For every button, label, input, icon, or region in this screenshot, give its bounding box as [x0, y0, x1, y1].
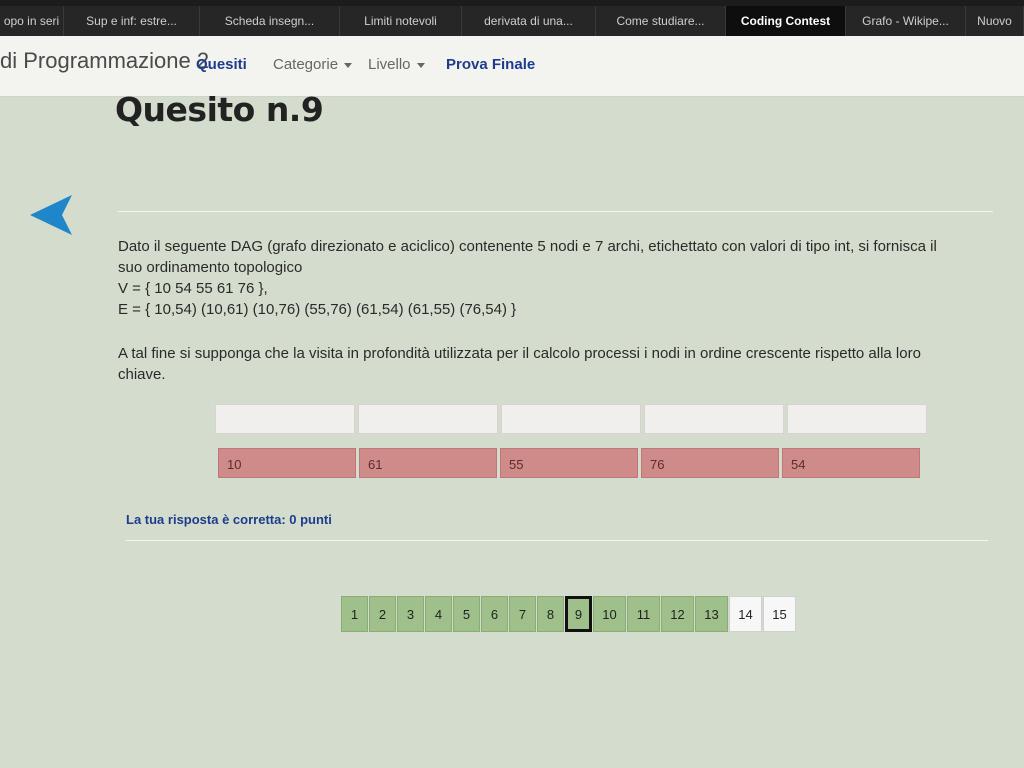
- drop-slot[interactable]: [787, 404, 927, 434]
- answer-tile[interactable]: 54: [782, 448, 920, 478]
- question-vertices: V = { 10 54 55 61 76 },: [118, 280, 268, 297]
- page-button[interactable]: 11: [627, 596, 660, 632]
- answer-feedback: La tua risposta è corretta: 0 punti: [126, 512, 332, 527]
- browser-tab[interactable]: Come studiare...: [596, 6, 726, 36]
- browser-tab[interactable]: Grafo - Wikipe...: [846, 6, 966, 36]
- page-button[interactable]: 12: [661, 596, 694, 632]
- page-button-current[interactable]: 9: [565, 596, 592, 632]
- page-button[interactable]: 8: [537, 596, 564, 632]
- answer-tile[interactable]: 61: [359, 448, 497, 478]
- nav-categorie-label: Categorie: [273, 56, 339, 73]
- browser-tab[interactable]: Limiti notevoli: [340, 6, 462, 36]
- page-button[interactable]: 13: [695, 596, 728, 632]
- browser-tab[interactable]: derivata di una...: [462, 6, 596, 36]
- answer-tiles: 10 61 55 76 54: [218, 448, 923, 478]
- browser-tab[interactable]: Nuovo: [966, 6, 1024, 36]
- nav-livello-label: Livello: [368, 56, 411, 73]
- browser-tab[interactable]: Sup e inf: estre...: [64, 6, 200, 36]
- question-text: Dato il seguente DAG (grafo direzionato …: [118, 236, 958, 385]
- page-title: Quesito n.9: [115, 90, 324, 129]
- divider: [118, 211, 993, 212]
- page-button[interactable]: 1: [341, 596, 368, 632]
- answer-drop-slots: [215, 404, 930, 434]
- question-pagination: 1 2 3 4 5 6 7 8 9 10 11 12 13 14 15: [341, 596, 797, 632]
- nav-categorie-dropdown[interactable]: Categorie: [273, 56, 353, 73]
- drop-slot[interactable]: [644, 404, 784, 434]
- page-button[interactable]: 7: [509, 596, 536, 632]
- nav-livello-dropdown[interactable]: Livello: [368, 56, 425, 73]
- page-button[interactable]: 4: [425, 596, 452, 632]
- page-button[interactable]: 10: [593, 596, 626, 632]
- page-button[interactable]: 2: [369, 596, 396, 632]
- browser-tab-active[interactable]: Coding Contest: [726, 6, 846, 36]
- answer-tile[interactable]: 55: [500, 448, 638, 478]
- browser-tab[interactable]: Scheda insegn...: [200, 6, 340, 36]
- site-brand[interactable]: di Programmazione 2: [0, 48, 209, 74]
- browser-tab-strip: opo in seri Sup e inf: estre... Scheda i…: [0, 0, 1024, 36]
- drop-slot[interactable]: [501, 404, 641, 434]
- chevron-down-icon: [416, 62, 425, 68]
- page-button[interactable]: 3: [397, 596, 424, 632]
- back-arrow-icon[interactable]: [28, 192, 74, 238]
- divider: [126, 540, 988, 541]
- page-button[interactable]: 14: [729, 596, 762, 632]
- nav-quesiti[interactable]: Quesiti: [196, 56, 247, 73]
- question-hint: A tal fine si supponga che la visita in …: [118, 345, 921, 383]
- browser-tab[interactable]: opo in seri: [0, 6, 64, 36]
- chevron-down-icon: [344, 62, 353, 68]
- page-button[interactable]: 5: [453, 596, 480, 632]
- site-navbar: di Programmazione 2 Quesiti Categorie Li…: [0, 36, 1024, 97]
- answer-tile[interactable]: 10: [218, 448, 356, 478]
- page-button[interactable]: 6: [481, 596, 508, 632]
- question-statement: Dato il seguente DAG (grafo direzionato …: [118, 238, 937, 276]
- drop-slot[interactable]: [358, 404, 498, 434]
- answer-tile[interactable]: 76: [641, 448, 779, 478]
- drop-slot[interactable]: [215, 404, 355, 434]
- page-button[interactable]: 15: [763, 596, 796, 632]
- question-edges: E = { 10,54) (10,61) (10,76) (55,76) (61…: [118, 301, 517, 318]
- nav-prova-finale[interactable]: Prova Finale: [446, 56, 535, 73]
